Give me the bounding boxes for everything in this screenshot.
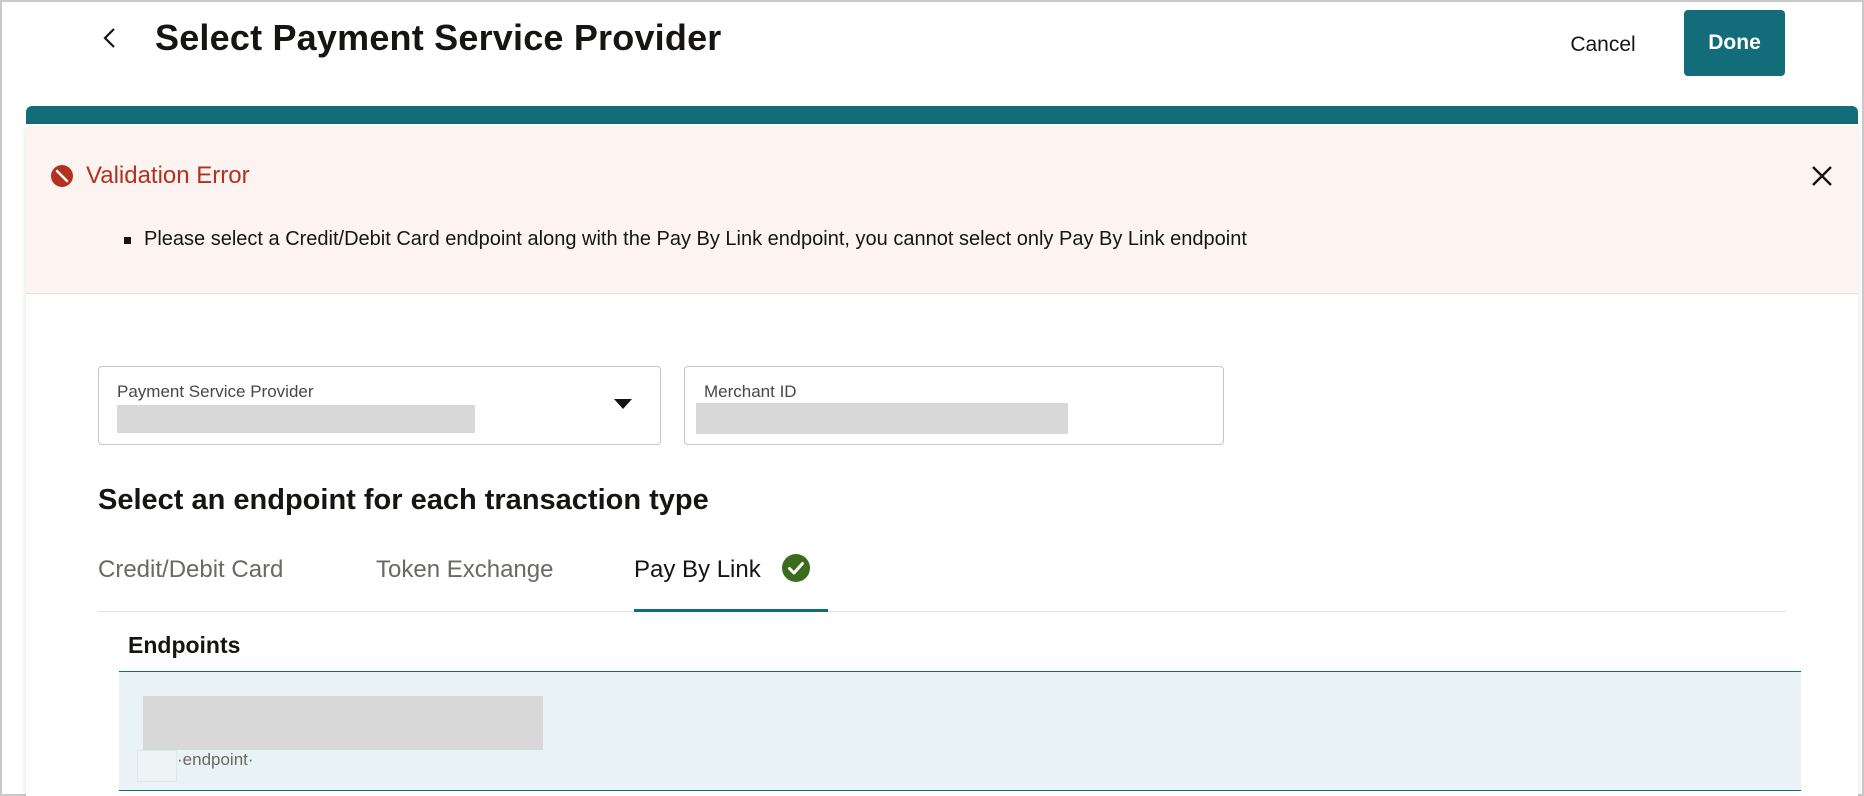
endpoints-column-header: Endpoints [128, 632, 241, 658]
tab-token-exchange[interactable]: Token Exchange [376, 556, 553, 612]
psp-label: Payment Service Provider [117, 382, 314, 401]
transaction-type-tabs: Credit/Debit Card Token Exchange Pay By … [98, 554, 1786, 612]
endpoint-sub-label: ·endpoint· [177, 750, 254, 769]
validation-error-banner: Validation Error Please select a Credit/… [26, 126, 1858, 294]
merchant-id-field[interactable]: Merchant ID [684, 366, 1224, 445]
error-message: Please select a Credit/Debit Card endpoi… [124, 228, 1247, 251]
merchant-id-label: Merchant ID [704, 382, 797, 401]
page-title: Select Payment Service Provider [155, 17, 722, 58]
error-title: Validation Error [86, 162, 250, 189]
error-message-list: Please select a Credit/Debit Card endpoi… [124, 228, 1247, 251]
chevron-left-icon [103, 28, 115, 48]
check-circle-icon [781, 554, 810, 582]
psp-value-redacted [117, 405, 475, 433]
caret-down-icon[interactable] [614, 399, 632, 409]
table-row[interactable]: ·endpoint· [119, 671, 1801, 791]
payment-service-provider-select[interactable]: Payment Service Provider [98, 366, 661, 445]
tab-credit-debit-card[interactable]: Credit/Debit Card [98, 556, 283, 612]
tab-label: Pay By Link [634, 556, 761, 583]
merchant-id-value-redacted [696, 403, 1068, 434]
bullet-icon [124, 237, 131, 244]
close-icon [1812, 166, 1832, 186]
done-button[interactable]: Done [1684, 10, 1785, 76]
tab-pay-by-link[interactable]: Pay By Link [634, 554, 828, 612]
tab-label: Token Exchange [376, 556, 554, 583]
close-banner-button[interactable] [1806, 160, 1838, 192]
endpoint-name-redacted [143, 696, 543, 750]
error-circle-icon [51, 165, 73, 187]
row-select-checkbox[interactable] [137, 750, 177, 782]
cancel-button[interactable]: Cancel [1548, 24, 1658, 66]
tab-label: Credit/Debit Card [98, 556, 284, 583]
error-message-text: Please select a Credit/Debit Card endpoi… [144, 228, 1247, 250]
back-button[interactable] [92, 20, 128, 56]
section-heading: Select an endpoint for each transaction … [98, 484, 709, 516]
